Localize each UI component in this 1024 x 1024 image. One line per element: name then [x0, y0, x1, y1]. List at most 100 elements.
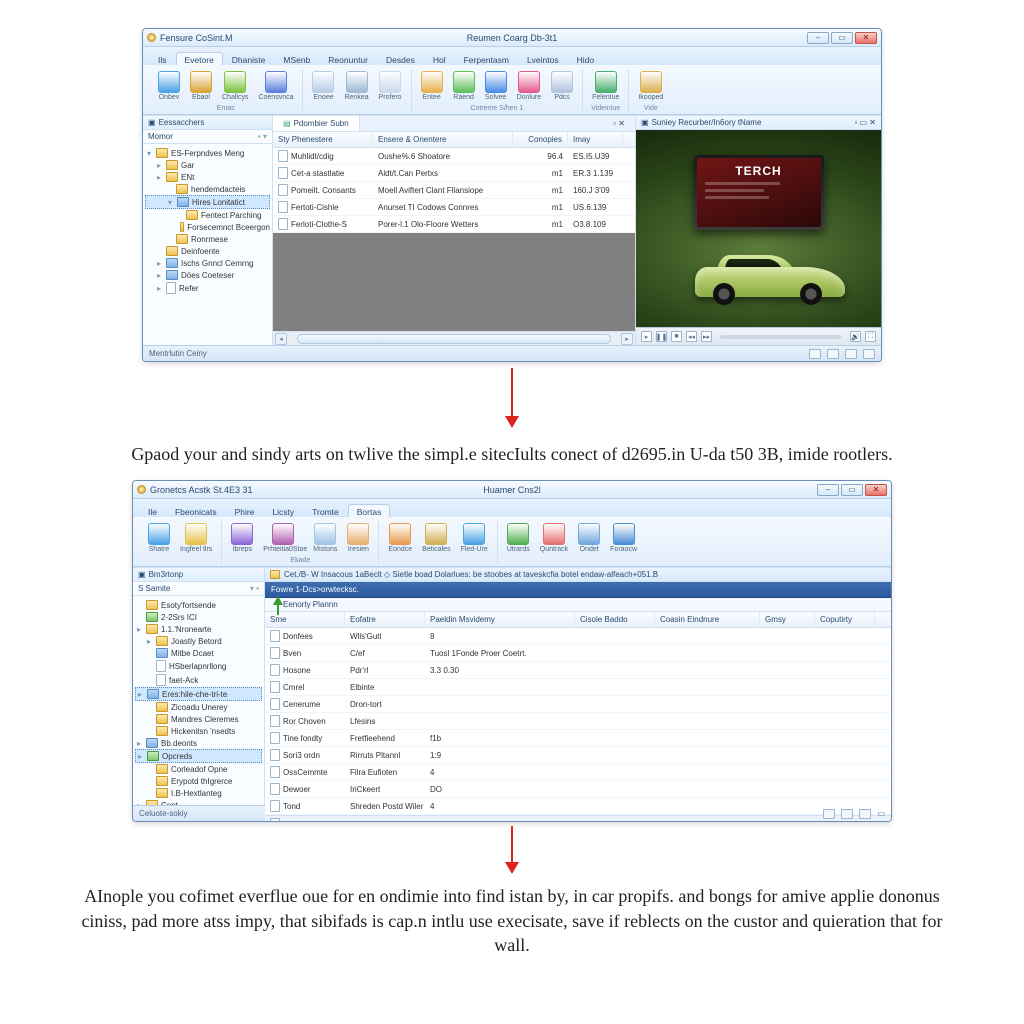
ribbon-button[interactable]: Ondet	[575, 521, 603, 555]
column-header[interactable]: Gmsy	[760, 612, 815, 627]
ribbon-button[interactable]: Foraocw	[607, 521, 640, 555]
volume-icon[interactable]: 🔊	[850, 331, 861, 342]
fullscreen-icon[interactable]: ⛶	[865, 331, 876, 342]
status-icon[interactable]	[827, 349, 839, 359]
ribbon-button[interactable]: Onbev	[155, 69, 183, 103]
tree-twisty-icon[interactable]: ▸	[135, 801, 143, 806]
tree-twisty-icon[interactable]: ▸	[155, 284, 163, 293]
play-icon[interactable]: ▸	[641, 331, 652, 342]
table-row[interactable]: Tine fondtyFretfieehendf1b	[265, 730, 891, 747]
table-row[interactable]: CmrelElbinte	[265, 679, 891, 696]
ribbon-button[interactable]: Ebaol	[187, 69, 215, 103]
ribbon-tab[interactable]: Bortas	[348, 504, 391, 517]
ribbon-tab[interactable]: Evetore	[176, 52, 223, 65]
table-row[interactable]: HosonePdr'rl3.3 0.30	[265, 662, 891, 679]
tree-node[interactable]: Esoty'fortsende	[135, 599, 262, 611]
column-header[interactable]: Eofatre	[345, 612, 425, 627]
tree-node[interactable]: ▾ES-Ferpndves Meng	[145, 147, 270, 159]
ribbon-button[interactable]: Raend	[450, 69, 478, 103]
scroll-left-icon[interactable]: ◂	[275, 333, 287, 345]
ribbon-button[interactable]: Solvee	[482, 69, 510, 103]
ribbon-tab[interactable]: Desdes	[377, 52, 424, 65]
table-row[interactable]: Pomeilt. ConsantsMoell Aviftert Clant Fl…	[273, 182, 635, 199]
tree-node[interactable]: ▸ENt	[145, 171, 270, 183]
ribbon-tab[interactable]: Ils	[149, 52, 176, 65]
bottom-tab[interactable]: I Irfnascnta Anid/ty	[265, 815, 891, 822]
ribbon-button[interactable]: Renkea	[341, 69, 371, 103]
tree-node[interactable]: I.B-Hextlanteg	[135, 787, 262, 799]
tree-twisty-icon[interactable]: ▸	[136, 752, 144, 761]
tree-node[interactable]: ▸Opcreds	[135, 749, 262, 763]
close-button[interactable]: ✕	[865, 484, 887, 496]
tree-node[interactable]: ▸Cent	[135, 799, 262, 805]
column-header[interactable]: Coputirty	[815, 612, 875, 627]
tree-twisty-icon[interactable]: ▾	[145, 149, 153, 158]
ribbon-button[interactable]: Shatre	[145, 521, 173, 555]
scroll-right-icon[interactable]: ▸	[621, 333, 633, 345]
tree-twisty-icon[interactable]: ▸	[136, 690, 144, 699]
tree-node[interactable]: Fentect Parching	[145, 209, 270, 221]
tree-twisty-icon[interactable]: ▸	[135, 625, 143, 634]
titlebar[interactable]: Gronetcs Acstk St.4E3 31 Huamer Cns2l – …	[133, 481, 891, 499]
tab-close[interactable]: ▫ ✕	[603, 116, 635, 131]
tree-node[interactable]: ▸Eres:hile-che-tri-te	[135, 687, 262, 701]
progress-track[interactable]	[720, 335, 842, 339]
ribbon-tab[interactable]: Lveintos	[518, 52, 568, 65]
tree-node[interactable]: ▸Döes Coeteser	[145, 269, 270, 281]
ribbon-button[interactable]: Ingfeel tlrs	[177, 521, 215, 555]
tree-node[interactable]: ▸1.1.'Nronearte	[135, 623, 262, 635]
column-header[interactable]: Paeldin Msvidemy	[425, 612, 575, 627]
table-row[interactable]: Cet-a stastlatieAldt/t.Can Pertxsm1ER.3 …	[273, 165, 635, 182]
ribbon-button[interactable]: Beticales	[419, 521, 453, 555]
ribbon-tab[interactable]: Reonuntur	[319, 52, 377, 65]
ribbon-button[interactable]: Utrards	[504, 521, 533, 555]
ribbon-tab[interactable]: Fbeonicats	[166, 504, 226, 517]
column-header[interactable]: Conopies	[513, 132, 568, 147]
ribbon-button[interactable]: Entee	[418, 69, 446, 103]
status-icon[interactable]	[845, 349, 857, 359]
table-row[interactable]: TondShreden Postd Wiler4	[265, 798, 891, 815]
tree-twisty-icon[interactable]: ▸	[145, 637, 153, 646]
column-header[interactable]: Coasin Eindnure	[655, 612, 760, 627]
table-row[interactable]: Muhlidt/cdigOushe%.6 Shoatore96.4ES.I5.U…	[273, 148, 635, 165]
tree-node[interactable]: ▸Joastly Betord	[135, 635, 262, 647]
ribbon-button[interactable]: Prhteitia0Stoe	[260, 521, 306, 555]
ribbon-tab[interactable]: Phire	[226, 504, 264, 517]
status-icon[interactable]	[841, 809, 853, 819]
ribbon-button[interactable]: Profero	[376, 69, 405, 103]
ribbon-button[interactable]: Ibreps	[228, 521, 256, 555]
ribbon-tab[interactable]: Hido	[568, 52, 603, 65]
column-header[interactable]: Ensere & Onentere	[373, 132, 513, 147]
tree-node[interactable]: faet-Ack	[135, 673, 262, 687]
table-row[interactable]: OssCemmteFilra Eufioten4	[265, 764, 891, 781]
hscrollbar[interactable]: ◂ ▸	[273, 331, 635, 345]
center-tab[interactable]: ▤Pdombier Subn	[273, 116, 360, 131]
minimize-button[interactable]: –	[817, 484, 839, 496]
tree-twisty-icon[interactable]: ▸	[155, 161, 163, 170]
maximize-button[interactable]: ▭	[841, 484, 863, 496]
table-row[interactable]: Ferloti-Clothe-SPorer-l.1 Olo-Floore Wet…	[273, 216, 635, 233]
close-button[interactable]: ✕	[855, 32, 877, 44]
tree-twisty-icon[interactable]: ▸	[155, 173, 163, 182]
ribbon-tab[interactable]: Tromte	[303, 504, 348, 517]
tree-node[interactable]: Hickenitsn 'nsedts	[135, 725, 262, 737]
maximize-button[interactable]: ▭	[831, 32, 853, 44]
table-row[interactable]: Ror ChovenLfesins	[265, 713, 891, 730]
tree-twisty-icon[interactable]: ▸	[155, 271, 163, 280]
ribbon-button[interactable]: Felentue	[589, 69, 622, 103]
tree-node[interactable]: ▸Ischs Gnncl Cemrng	[145, 257, 270, 269]
ribbon-tab[interactable]: Ferpentasm	[455, 52, 518, 65]
tree-node[interactable]: HSberlapnrllong	[135, 659, 262, 673]
ribbon-button[interactable]: Donlure	[514, 69, 545, 103]
tree-node[interactable]: Mitbe Dcaet	[135, 647, 262, 659]
column-header[interactable]: Sty Phenestere	[273, 132, 373, 147]
tree-node[interactable]: Mandres Cleremes	[135, 713, 262, 725]
ribbon-button[interactable]: Ikooped	[635, 69, 666, 103]
tree-node[interactable]: ▸Gar	[145, 159, 270, 171]
table-row[interactable]: DonfeesWlls'Gutl8	[265, 628, 891, 645]
group-header[interactable]: Fowre 1-Dcs>orwtecksc.	[265, 582, 891, 598]
ribbon-button[interactable]: Quntrack	[537, 521, 571, 555]
sidebar-subheader[interactable]: Momor▪ ▾	[143, 130, 272, 144]
tree-node[interactable]: ▸Bb.deonts	[135, 737, 262, 749]
ribbon-button[interactable]: Fled-Ure	[458, 521, 491, 555]
